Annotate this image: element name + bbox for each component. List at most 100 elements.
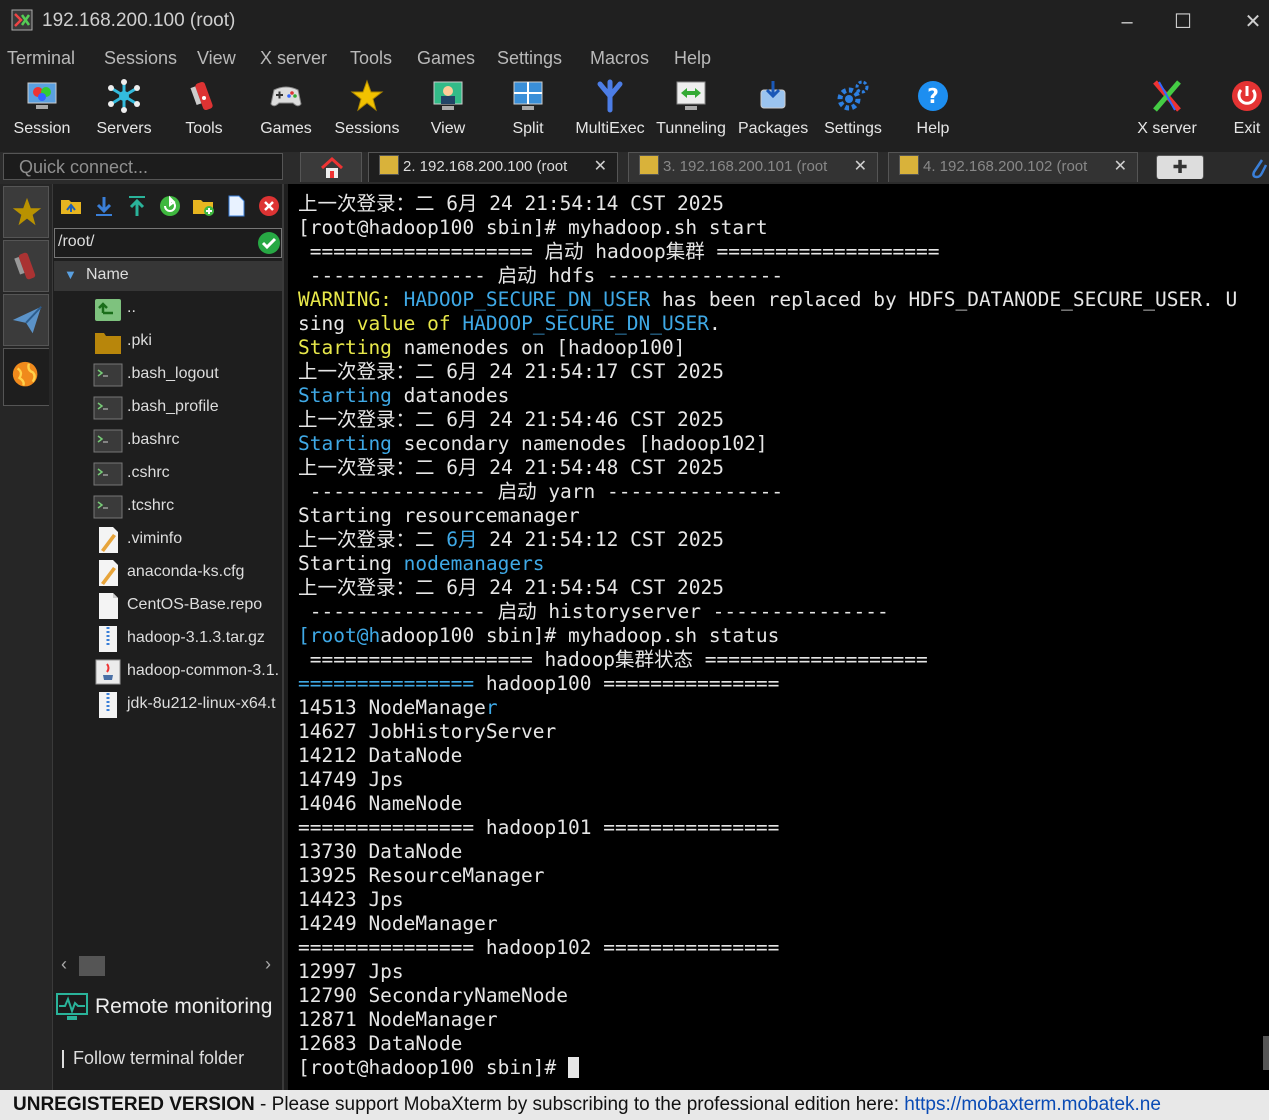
scroll-right-icon[interactable]: ›	[265, 954, 271, 975]
terminal-line: Starting nodemanagers	[298, 552, 545, 575]
tab-session-4[interactable]: 4. 192.168.200.102 (root ✕	[888, 152, 1138, 182]
terminal-output[interactable]: 上一次登录：二 6月 24 21:54:14 CST 2025 [root@ha…	[288, 184, 1269, 1090]
remote-path-input[interactable]: /root/	[54, 228, 282, 258]
terminal-line: --------------- 启动 historyserver -------…	[298, 600, 889, 623]
status-link[interactable]: https://mobaxterm.mobatek.ne	[904, 1094, 1161, 1115]
archive-file-icon	[93, 625, 123, 653]
help-button[interactable]: ? Help	[902, 74, 964, 148]
file-row[interactable]: .cshrc	[89, 458, 285, 491]
maximize-button[interactable]: ☐	[1168, 8, 1198, 36]
terminal-prompt[interactable]: [root@hadoop100 sbin]#	[298, 1056, 580, 1080]
follow-terminal-folder-checkbox[interactable]: Follow terminal folder	[53, 1046, 283, 1072]
macros-sidebar-button[interactable]	[3, 294, 49, 346]
terminal-cursor	[568, 1057, 580, 1078]
settings-button[interactable]: Settings	[820, 74, 886, 148]
games-button[interactable]: Games	[254, 74, 318, 148]
file-row[interactable]: jdk-8u212-linux-x64.t	[89, 689, 285, 722]
help-icon: ?	[918, 81, 948, 111]
paper-plane-icon	[12, 306, 42, 334]
file-row[interactable]: .pki	[89, 326, 285, 359]
remote-monitoring-button[interactable]: Remote monitoring	[53, 990, 283, 1026]
close-window-button[interactable]: ✕	[1238, 8, 1268, 36]
tools-button[interactable]: Tools	[172, 74, 236, 148]
menu-help[interactable]: Help	[674, 48, 711, 69]
terminal-line: 12871 NodeManager	[298, 1008, 498, 1031]
new-file-icon[interactable]	[224, 194, 248, 218]
file-row[interactable]: .bashrc	[89, 425, 285, 458]
power-icon	[1232, 81, 1262, 111]
unregistered-label: UNREGISTERED VERSION	[13, 1094, 255, 1115]
sftp-sidebar-button[interactable]	[3, 348, 49, 406]
file-row[interactable]: .tcshrc	[89, 491, 285, 524]
svg-text:?: ?	[927, 84, 939, 108]
sessions-button[interactable]: Sessions	[332, 74, 402, 148]
upload-icon[interactable]	[125, 194, 149, 218]
file-row[interactable]: ..	[89, 293, 285, 326]
file-row[interactable]: .bash_profile	[89, 392, 285, 425]
home-tab[interactable]	[300, 152, 362, 182]
multiexec-button[interactable]: MultiExec	[574, 74, 646, 148]
file-row[interactable]: hadoop-3.1.3.tar.gz	[89, 623, 285, 656]
tunneling-button[interactable]: Tunneling	[654, 74, 728, 148]
menu-macros[interactable]: Macros	[590, 48, 649, 69]
parent-folder-icon[interactable]	[59, 194, 83, 218]
menu-xserver[interactable]: X server	[260, 48, 327, 69]
new-tab-button[interactable]: ✚	[1156, 155, 1204, 179]
tools-icon	[14, 252, 36, 280]
scroll-thumb[interactable]	[79, 956, 105, 976]
sessions-sidebar-button[interactable]	[3, 186, 49, 238]
tab-session-2[interactable]: 2. 192.168.200.100 (root ✕	[368, 152, 618, 182]
gear-icon	[837, 80, 869, 111]
split-button[interactable]: Split	[496, 74, 560, 148]
terminal-line: 12683 DataNode	[298, 1032, 463, 1055]
file-name: .cshrc	[127, 464, 170, 481]
xserver-button[interactable]: X server	[1132, 74, 1202, 148]
name-column-header[interactable]: ▼ Name	[54, 261, 282, 291]
menu-settings[interactable]: Settings	[497, 48, 562, 69]
file-row[interactable]: CentOS-Base.repo	[89, 590, 285, 623]
servers-icon	[108, 79, 140, 113]
file-name: anaconda-ks.cfg	[127, 563, 245, 580]
tab-session-3[interactable]: 3. 192.168.200.101 (root ✕	[628, 152, 878, 182]
file-row[interactable]: .bash_logout	[89, 359, 285, 392]
menu-sessions[interactable]: Sessions	[104, 48, 177, 69]
close-tab-icon[interactable]: ✕	[594, 153, 607, 181]
exit-button[interactable]: Exit	[1222, 74, 1269, 148]
side-strip	[0, 184, 52, 1090]
terminal-scrollbar[interactable]	[1263, 1036, 1269, 1070]
edit-file-icon	[93, 526, 123, 554]
menu-view[interactable]: View	[197, 48, 236, 69]
menu-tools[interactable]: Tools	[350, 48, 392, 69]
checkbox-box[interactable]	[53, 1050, 64, 1068]
file-row[interactable]: anaconda-ks.cfg	[89, 557, 285, 590]
file-name: ..	[127, 299, 136, 316]
terminal-file-icon	[93, 394, 123, 422]
file-icon	[93, 592, 123, 620]
paperclip-icon[interactable]	[1250, 156, 1268, 180]
session-button[interactable]: Session	[8, 74, 76, 148]
scroll-left-icon[interactable]: ‹	[61, 954, 67, 975]
terminal-line: 14513 NodeManager	[298, 696, 498, 719]
file-row[interactable]: .viminfo	[89, 524, 285, 557]
menu-games[interactable]: Games	[417, 48, 475, 69]
view-button[interactable]: View	[416, 74, 480, 148]
terminal-line: 上一次登录：二 6月 24 21:54:48 CST 2025	[298, 456, 725, 479]
delete-icon[interactable]	[257, 194, 281, 218]
horizontal-scrollbar[interactable]: ‹ ›	[55, 954, 281, 978]
download-icon[interactable]	[92, 194, 116, 218]
tools-sidebar-button[interactable]	[3, 240, 49, 292]
file-row[interactable]: hadoop-common-3.1.	[89, 656, 285, 689]
quick-connect-input[interactable]: Quick connect...	[3, 153, 283, 180]
refresh-icon[interactable]	[158, 194, 182, 218]
file-name: .bashrc	[127, 431, 180, 448]
new-folder-icon[interactable]	[191, 194, 215, 218]
servers-button[interactable]: Servers	[90, 74, 158, 148]
close-tab-icon[interactable]: ✕	[1114, 153, 1127, 181]
packages-button[interactable]: Packages	[738, 74, 808, 148]
path-go-icon[interactable]	[258, 232, 280, 254]
terminal-line: Starting datanodes	[298, 384, 510, 407]
close-tab-icon[interactable]: ✕	[854, 153, 867, 181]
terminal-line: 13730 DataNode	[298, 840, 463, 863]
minimize-button[interactable]: –	[1112, 8, 1142, 36]
menu-terminal[interactable]: Terminal	[7, 48, 75, 69]
